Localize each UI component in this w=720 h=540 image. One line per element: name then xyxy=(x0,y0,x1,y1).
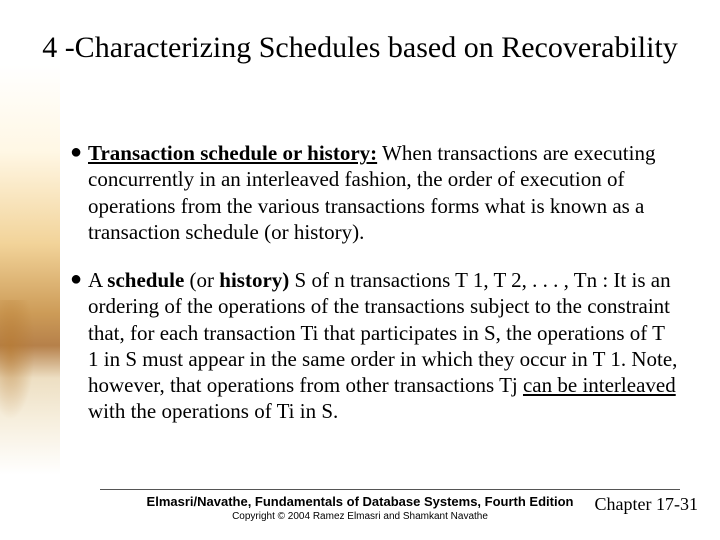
bold-term: history) xyxy=(219,268,289,292)
footer-chapter: Chapter 17-31 xyxy=(595,494,698,515)
footer-book-title: Elmasri/Navathe, Fundamentals of Databas… xyxy=(147,494,574,509)
decorative-shadow xyxy=(0,300,35,420)
bullet-item: ● Transaction schedule or history: When … xyxy=(70,140,680,245)
slide-footer: Elmasri/Navathe, Fundamentals of Databas… xyxy=(0,489,720,522)
slide-body: ● Transaction schedule or history: When … xyxy=(70,140,680,447)
footer-rule xyxy=(100,489,680,490)
bullet-item: ● A schedule (or history) S of n transac… xyxy=(70,267,680,425)
footer-line-1: Elmasri/Navathe, Fundamentals of Databas… xyxy=(0,494,720,509)
underline-phrase: can be interleaved xyxy=(523,373,676,397)
bullet-text: A schedule (or history) S of n transacti… xyxy=(88,267,680,425)
bullet-marker-icon: ● xyxy=(70,267,88,291)
slide: 4 -Characterizing Schedules based on Rec… xyxy=(0,0,720,540)
slide-title: 4 -Characterizing Schedules based on Rec… xyxy=(0,30,720,66)
decorative-sidebar xyxy=(0,0,60,540)
txt: (or xyxy=(184,268,219,292)
bold-term: schedule xyxy=(107,268,184,292)
bullet-marker-icon: ● xyxy=(70,140,88,164)
bullet-lead: Transaction schedule or history: xyxy=(88,141,377,165)
bullet-text: Transaction schedule or history: When tr… xyxy=(88,140,680,245)
txt: with the operations of Ti in S. xyxy=(88,399,338,423)
txt: A xyxy=(88,268,107,292)
